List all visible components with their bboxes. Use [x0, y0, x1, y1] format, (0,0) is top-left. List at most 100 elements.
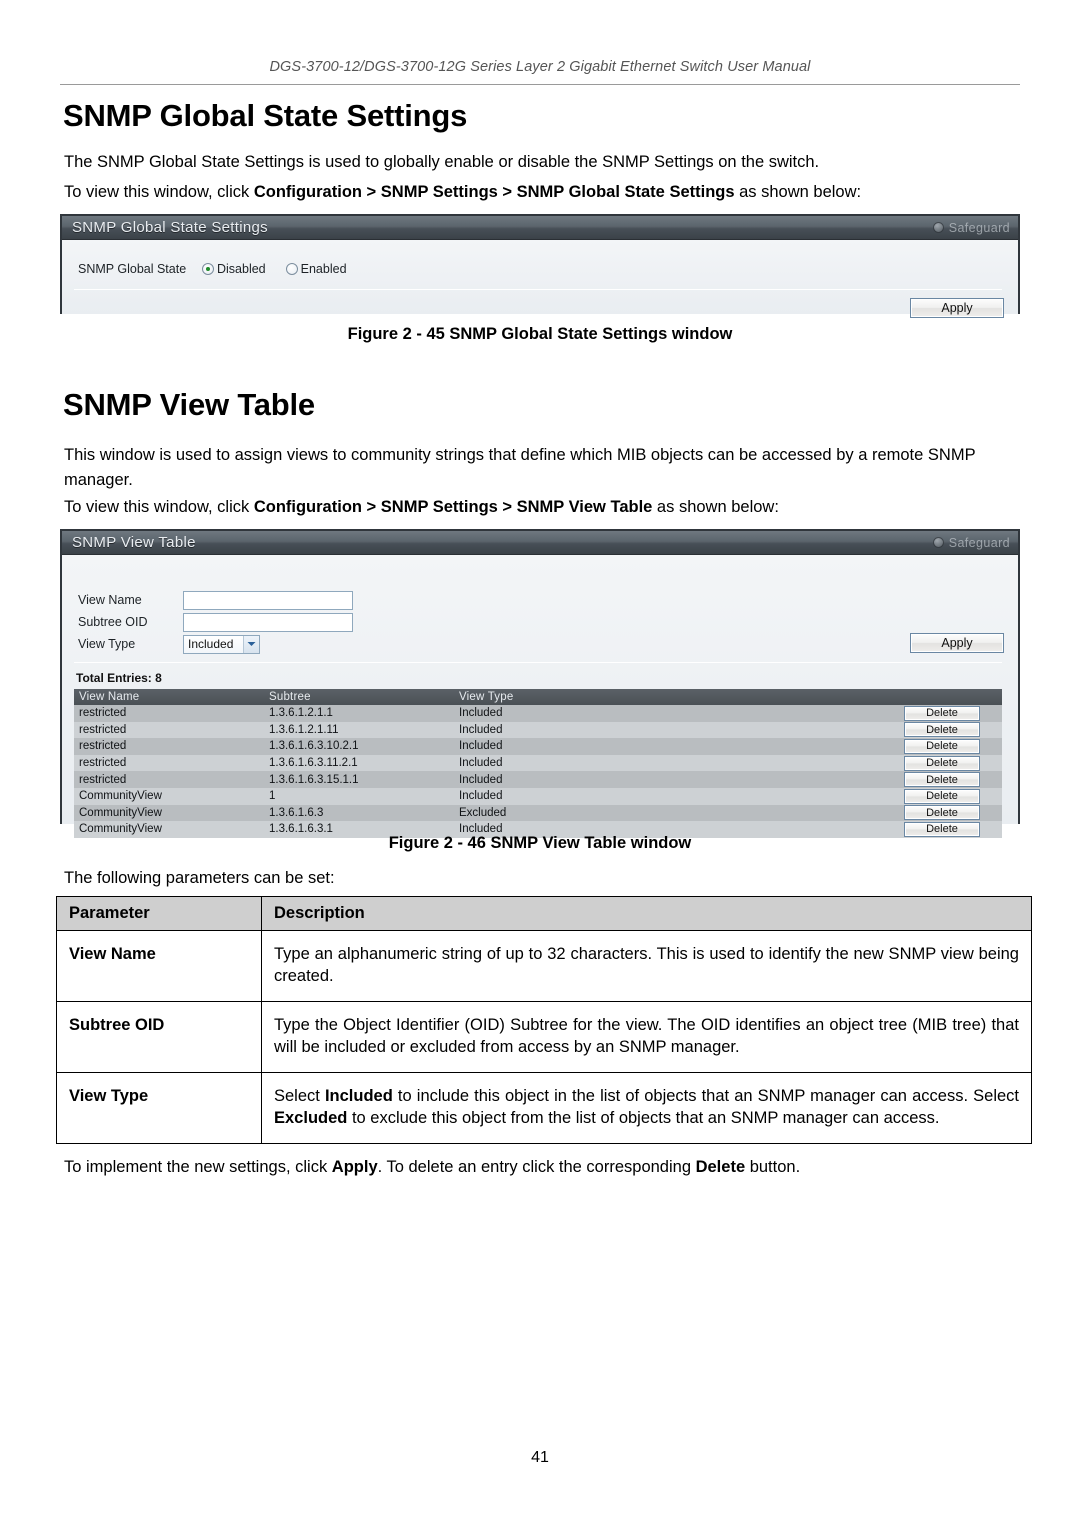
cell-subtree: 1.3.6.1.2.1.11 [264, 721, 454, 739]
view-type-label: View Type [78, 637, 136, 651]
snmp-global-state-panel: SNMP Global State Settings Safeguard SNM… [60, 214, 1020, 318]
param-desc-excluded: Excluded [274, 1109, 348, 1127]
cell-action: Delete [882, 738, 1002, 755]
delete-button[interactable]: Delete [904, 805, 980, 821]
safeguard-label: Safeguard [948, 220, 1010, 235]
delete-button[interactable]: Delete [904, 772, 980, 788]
parameter-description-table: Parameter Description View Name Type an … [56, 896, 1032, 1144]
cell-view-type: Included [454, 705, 882, 722]
cell-subtree: 1.3.6.1.6.3.11.2.1 [264, 754, 454, 772]
view-name-row: View Name [78, 589, 353, 611]
cell-action: Delete [882, 721, 1002, 739]
panel-title-text-2: SNMP View Table [72, 534, 196, 551]
total-entries-label: Total Entries: 8 [76, 671, 162, 685]
param-name-subtree-oid: Subtree OID [56, 1001, 262, 1073]
delete-button[interactable]: Delete [904, 705, 980, 721]
delete-button[interactable]: Delete [904, 788, 980, 804]
snmp-view-table-panel: SNMP View Table Safeguard View Name Subt… [60, 529, 1020, 838]
param-table-header-row: Parameter Description [56, 896, 1032, 931]
param-desc-view-type: Select Included to include this object i… [261, 1072, 1032, 1144]
apply-button-view-table[interactable]: Apply [910, 633, 1004, 653]
subtree-oid-input[interactable] [183, 612, 353, 632]
nav-suffix: as shown below: [734, 183, 862, 201]
snmp-view-results-table: View Name Subtree View Type restricted 1… [74, 689, 1002, 838]
apply-button-global-state[interactable]: Apply [910, 298, 1004, 318]
column-header-action [882, 689, 1002, 705]
table-row: restricted 1.3.6.1.6.3.15.1.1 Included D… [74, 771, 1002, 788]
panel-body-global-state: SNMP Global State Disabled Enabled Apply [62, 240, 1018, 318]
cell-view-name: restricted [74, 738, 264, 755]
safeguard-icon [932, 222, 944, 233]
nav-prefix: To view this window, click [64, 183, 254, 201]
page-number: 41 [531, 1449, 549, 1466]
intro-global-state: The SNMP Global State Settings is used t… [64, 153, 820, 171]
figure-caption-46: Figure 2 - 46 SNMP View Table window [388, 834, 692, 852]
radio-disabled-label: Disabled [217, 262, 266, 276]
parameters-lead-in: The following parameters can be set: [64, 869, 335, 887]
document-page: DGS-3700-12/DGS-3700-12G Series Layer 2 … [0, 0, 1080, 1526]
snmp-view-results-body: restricted 1.3.6.1.2.1.1 Included Delete… [74, 705, 1002, 838]
cell-action: Delete [882, 754, 1002, 772]
cell-subtree: 1.3.6.1.6.3 [264, 804, 454, 822]
table-row: restricted 1.3.6.1.6.3.10.2.1 Included D… [74, 738, 1002, 755]
view-type-row: View Type Included [78, 633, 260, 655]
subtree-oid-label: Subtree OID [78, 615, 148, 629]
param-desc-text: Type the Object Identifier (OID) Subtree… [274, 1016, 1019, 1056]
param-row-view-name: View Name Type an alphanumeric string of… [56, 930, 1032, 1002]
delete-button[interactable]: Delete [904, 755, 980, 771]
safeguard-icon-2 [932, 537, 944, 548]
snmp-global-state-row: SNMP Global State Disabled Enabled [78, 258, 598, 280]
cell-view-type: Included [454, 721, 882, 739]
snmp-global-state-radio-group[interactable]: Disabled Enabled [202, 262, 347, 276]
view-name-input[interactable] [183, 590, 353, 610]
chevron-down-icon[interactable] [243, 635, 259, 653]
cell-subtree: 1.3.6.1.6.3.10.2.1 [264, 738, 454, 755]
view-name-label: View Name [78, 593, 142, 607]
cell-subtree: 1 [264, 787, 454, 805]
intro-view-table: This window is used to assign views to c… [64, 446, 976, 489]
radio-enabled-icon[interactable] [285, 263, 298, 275]
header-divider [60, 84, 1020, 85]
delete-button[interactable]: Delete [904, 738, 980, 754]
delete-button[interactable]: Delete [904, 722, 980, 738]
footer-note: To implement the new settings, click App… [64, 1155, 1024, 1180]
cell-view-name: CommunityView [74, 787, 264, 805]
table-header-row: View Name Subtree View Type [74, 689, 1002, 705]
footer-note-part1: To implement the new settings, click [64, 1158, 332, 1176]
safeguard-indicator: Safeguard [932, 220, 1010, 235]
radio-disabled-icon[interactable] [202, 263, 214, 275]
param-desc-subtree-oid: Type the Object Identifier (OID) Subtree… [261, 1001, 1032, 1073]
footer-note-apply: Apply [331, 1158, 378, 1176]
radio-option-enabled[interactable]: Enabled [285, 262, 347, 276]
safeguard-indicator-2: Safeguard [932, 536, 1010, 550]
cell-view-name: restricted [74, 721, 264, 739]
param-row-view-type: View Type Select Included to include thi… [56, 1072, 1032, 1144]
cell-view-name: restricted [74, 705, 264, 722]
view-type-select[interactable]: Included [183, 634, 260, 654]
param-desc-included: Included [324, 1087, 393, 1105]
column-header-subtree: Subtree [264, 689, 454, 705]
nav-prefix-2: To view this window, click [64, 498, 254, 516]
page-title-view-table: SNMP View Table [63, 387, 315, 422]
radio-option-disabled[interactable]: Disabled [202, 262, 266, 276]
panel-titlebar-global-state: SNMP Global State Settings Safeguard [62, 216, 1018, 240]
cell-action: Delete [882, 804, 1002, 822]
radio-enabled-label: Enabled [300, 262, 347, 276]
param-desc-text: to exclude this object from the list of … [347, 1109, 940, 1127]
panel-title-text: SNMP Global State Settings [72, 219, 268, 236]
panel-divider-view-table [74, 662, 1002, 663]
panel-body-view-table: View Name Subtree OID View Type Included… [62, 555, 1018, 838]
table-row: CommunityView 1.3.6.1.6.3 Excluded Delet… [74, 804, 1002, 822]
cell-action: Delete [882, 787, 1002, 805]
param-table-body: View Name Type an alphanumeric string of… [56, 930, 1032, 1144]
nav-suffix-2: as shown below: [652, 498, 779, 516]
param-desc-text: to include this object in the list of ob… [392, 1087, 1019, 1105]
param-desc-text: Select [274, 1087, 325, 1105]
table-row: restricted 1.3.6.1.6.3.11.2.1 Included D… [74, 754, 1002, 772]
footer-note-part3: button. [745, 1158, 801, 1176]
footer-note-part2: . To delete an entry click the correspon… [377, 1158, 696, 1176]
table-row: CommunityView 1 Included Delete [74, 787, 1002, 805]
nav-path-text: Configuration > SNMP Settings > SNMP Glo… [253, 183, 735, 201]
page-title-global-state: SNMP Global State Settings [63, 98, 468, 133]
cell-view-type: Excluded [454, 804, 882, 822]
